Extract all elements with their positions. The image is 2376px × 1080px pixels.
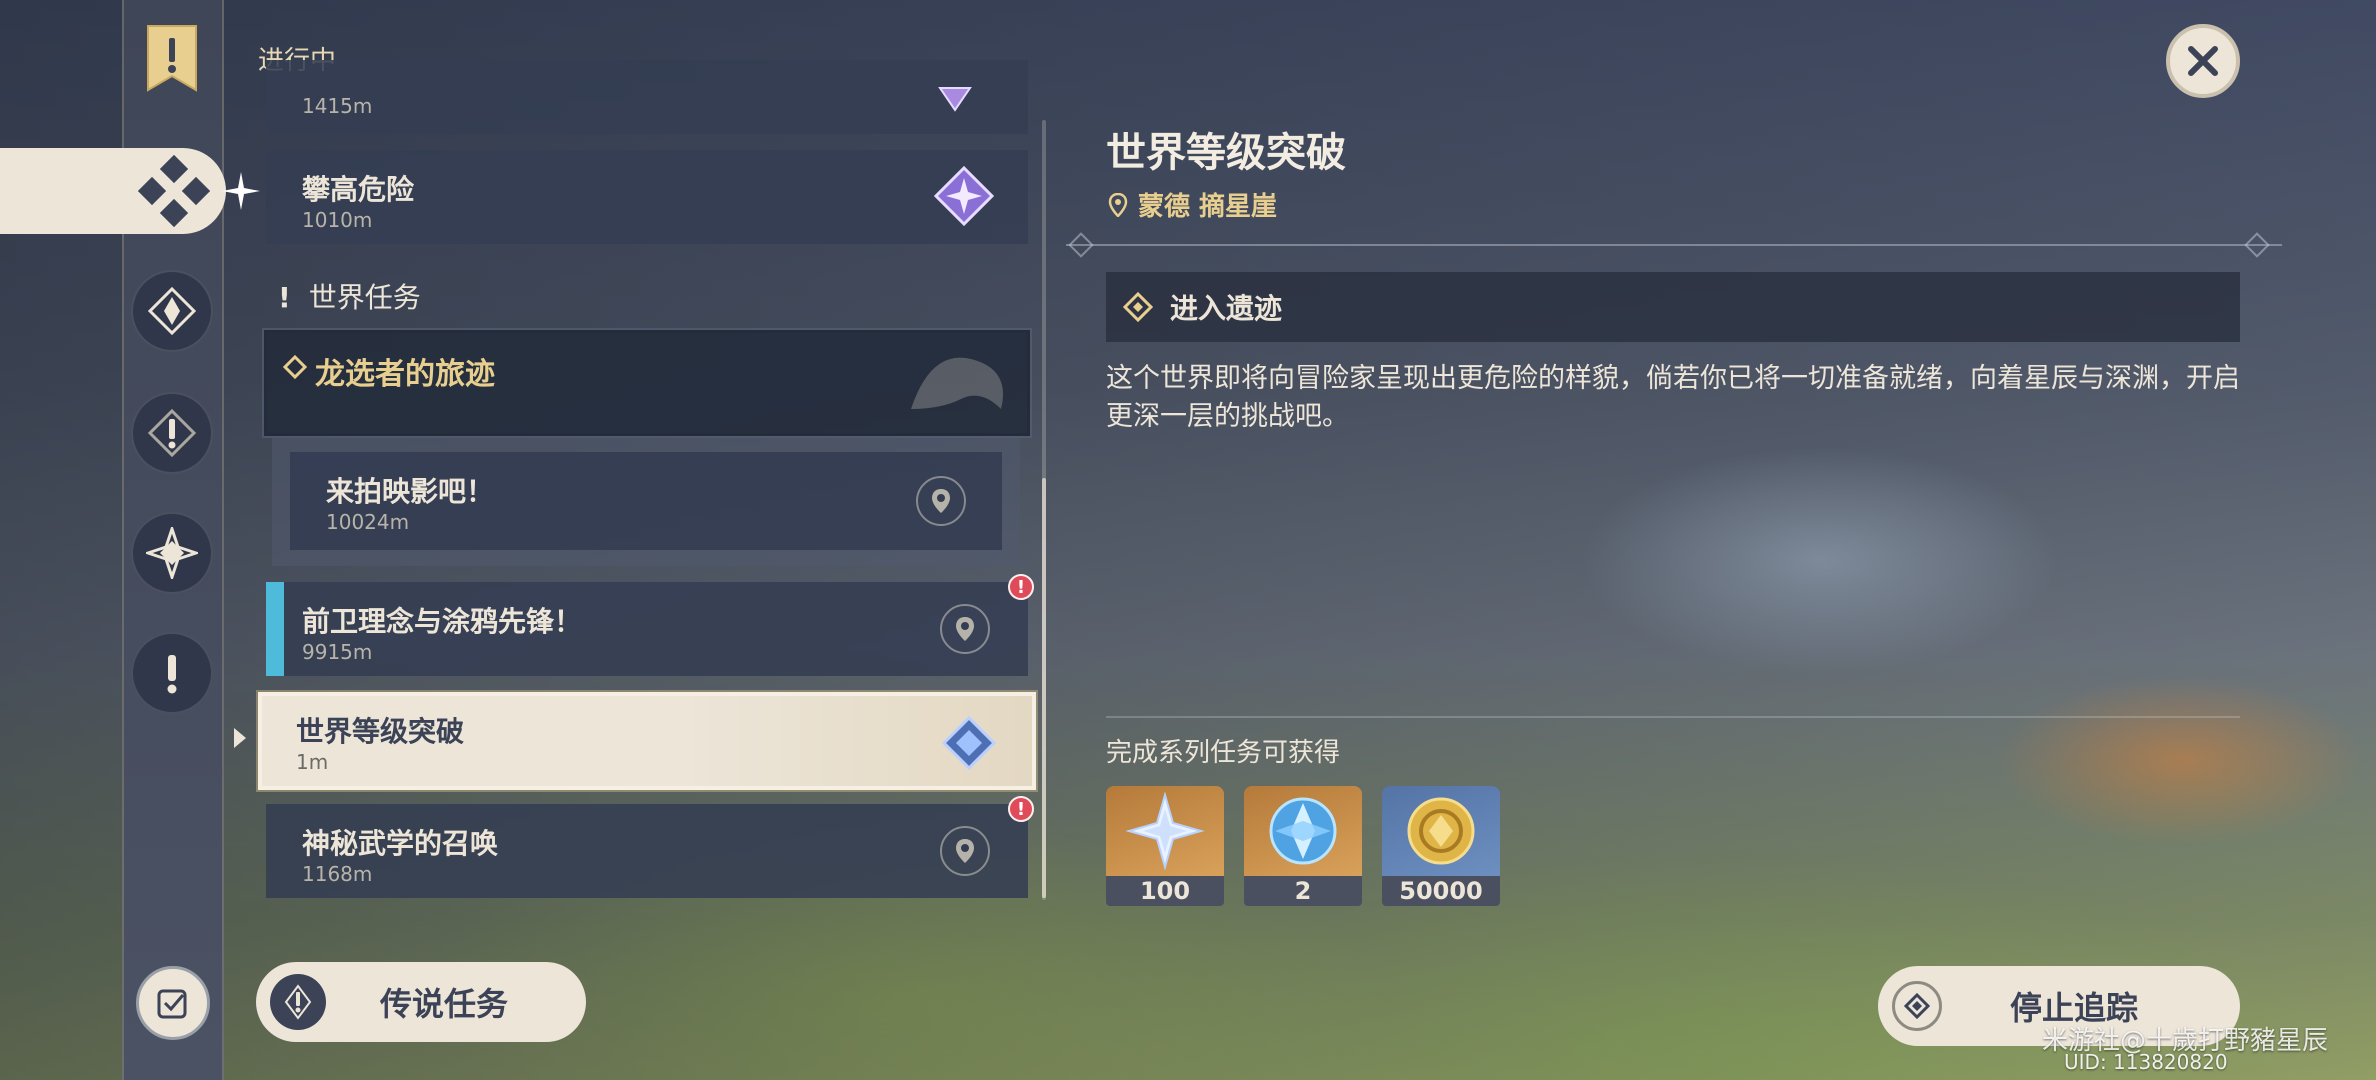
diamond-icon	[283, 355, 307, 379]
group-header-label: 世界任务	[308, 281, 421, 314]
reward-item[interactable]: 100	[1106, 786, 1224, 906]
tracked-quest-icon	[942, 716, 996, 770]
objective-diamond-icon	[1122, 291, 1154, 323]
reward-count: 100	[1106, 876, 1224, 906]
quest-distance: 9915m	[302, 640, 373, 664]
quest-card[interactable]: 来拍映影吧！ 10024m	[290, 452, 1002, 550]
reward-item[interactable]: 2	[1244, 786, 1362, 906]
quest-distance: 1010m	[302, 208, 373, 232]
quest-objective: 进入遗迹	[1106, 272, 2240, 342]
world-quest-icon	[167, 655, 177, 694]
navigate-button[interactable]	[916, 476, 966, 526]
reward-art	[1382, 786, 1500, 876]
quest-banner-icon[interactable]	[142, 22, 202, 94]
tracking-diamond-icon	[1904, 993, 1930, 1019]
quest-card[interactable]: 前卫理念与涂鸦先锋！ 9915m	[266, 582, 1028, 676]
objective-text: 进入遗迹	[1170, 292, 1283, 325]
navigate-button[interactable]	[940, 826, 990, 876]
quest-title: 攀高危险	[302, 173, 415, 206]
quest-location-label: 蒙德 摘星崖	[1138, 192, 1278, 222]
reward-art	[1106, 786, 1224, 876]
reward-item[interactable]: 50000	[1382, 786, 1500, 906]
map-pin-icon	[956, 617, 974, 641]
mora-icon	[1407, 797, 1475, 865]
quest-detail-title: 世界等级突破	[1106, 130, 1346, 176]
quest-tracker-tab[interactable]	[0, 148, 226, 234]
archon-quest-marker-icon	[934, 166, 994, 226]
map-pin-icon	[956, 839, 974, 863]
new-quest-indicator	[266, 582, 284, 676]
heros-wit-icon	[1269, 797, 1337, 865]
world-quest-tab[interactable]	[131, 632, 213, 714]
hangout-quest-tab[interactable]	[131, 512, 213, 594]
stop-tracking-icon-wrap	[1892, 981, 1942, 1031]
quest-distance: 1168m	[302, 862, 373, 886]
legend-quest-icon-wrap	[270, 974, 326, 1030]
story-quest-icon	[147, 408, 197, 458]
quest-tracker-icon	[138, 155, 210, 227]
archon-quest-icon	[147, 286, 197, 336]
quest-distance: 10024m	[326, 510, 410, 534]
legend-quest-button[interactable]: 传说任务	[256, 962, 586, 1042]
quest-title: 世界等级突破	[296, 715, 465, 748]
location-pin-icon	[1108, 192, 1128, 217]
story-quest-tab[interactable]	[131, 392, 213, 474]
selected-indicator-icon	[234, 728, 246, 748]
quest-settings-icon	[157, 989, 187, 1019]
quest-title: 来拍映影吧！	[326, 475, 495, 508]
alert-badge: !	[1008, 574, 1034, 600]
quest-distance: 1m	[296, 750, 329, 774]
navigate-button[interactable]	[940, 604, 990, 654]
quest-description: 这个世界即将向冒险家呈现出更危险的样貌，倘若你已将一切准备就绪，向着星辰与深渊，…	[1106, 363, 2240, 432]
rewards-title: 完成系列任务可获得	[1106, 738, 1341, 768]
reward-art	[1244, 786, 1362, 876]
quest-title: 神秘武学的召唤	[302, 827, 499, 860]
close-button[interactable]	[2166, 24, 2240, 98]
archon-quest-tab[interactable]	[131, 270, 213, 352]
quest-distance: 1415m	[302, 94, 373, 118]
reward-count: 50000	[1382, 876, 1500, 906]
legend-quest-label: 传说任务	[380, 985, 509, 1023]
dragon-emblem-icon	[911, 357, 1003, 409]
uid-label: UID: 113820820	[2064, 1050, 2228, 1074]
quest-card[interactable]: 神秘武学的召唤 1168m	[266, 804, 1028, 898]
close-icon	[2188, 46, 2218, 76]
title-divider	[1066, 244, 2282, 246]
quest-series-card[interactable]: 龙选者的旅迹	[262, 328, 1032, 438]
reward-count: 2	[1244, 876, 1362, 906]
reward-divider	[1106, 716, 2240, 718]
quest-location: 蒙德 摘星崖	[1108, 186, 1277, 223]
legend-quest-icon	[284, 984, 312, 1020]
quest-title: 前卫理念与涂鸦先锋！	[302, 605, 583, 638]
exclamation-icon: !	[278, 281, 291, 314]
alert-badge: !	[1008, 796, 1034, 822]
quest-series-children: 来拍映影吧！ 10024m	[272, 438, 1020, 566]
map-pin-icon	[932, 489, 950, 513]
sparkle-icon	[222, 172, 260, 210]
quest-card-partial[interactable]: 1415m	[266, 60, 1028, 134]
quest-card-selected[interactable]: 世界等级突破 1m	[258, 692, 1036, 790]
quest-card[interactable]: 攀高危险 1010m	[266, 150, 1028, 244]
primogem-icon	[1125, 791, 1205, 871]
hangout-icon	[146, 527, 198, 579]
scrollbar-thumb[interactable]	[1042, 478, 1046, 898]
world-quest-group-header: ! 世界任务	[278, 276, 421, 316]
quest-series-title: 龙选者的旅迹	[315, 357, 495, 392]
archon-quest-marker-icon	[938, 87, 972, 112]
quest-settings-button[interactable]	[136, 966, 210, 1040]
